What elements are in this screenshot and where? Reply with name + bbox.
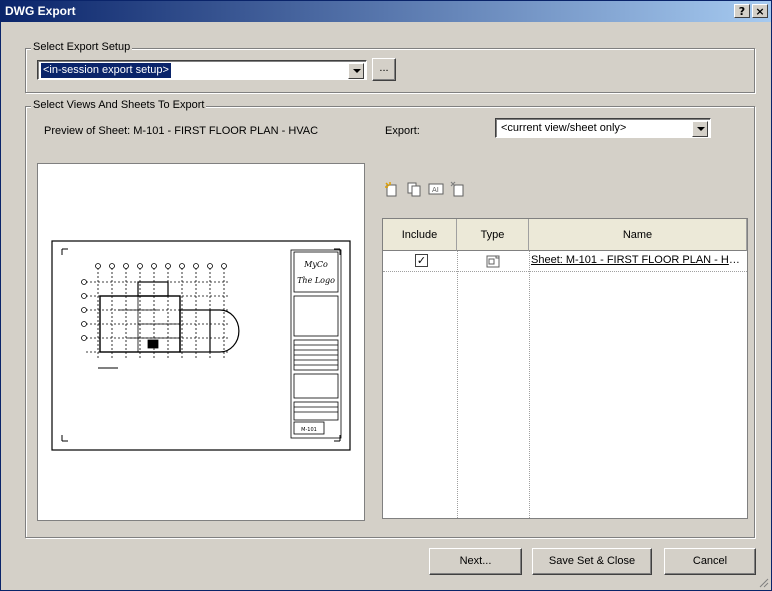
column-divider <box>457 251 458 518</box>
views-sheets-group-label: Select Views And Sheets To Export <box>31 99 207 111</box>
export-setup-dropdown[interactable]: <in-session export setup> <box>37 60 367 80</box>
table-row[interactable]: ✓ Sheet: M-101 - FIRST FLOOR PLAN - HVAC <box>383 251 747 272</box>
dwg-export-dialog: DWG Export ? × Select Export Setup <in-s… <box>0 0 772 591</box>
svg-text:AI: AI <box>432 186 439 194</box>
titleblock-sheet-number: M-101 <box>301 427 317 433</box>
title-bar: DWG Export ? × <box>1 1 771 22</box>
include-checkbox[interactable]: ✓ <box>415 254 428 267</box>
new-set-icon[interactable] <box>384 181 400 197</box>
sheet-icon <box>486 255 500 268</box>
preview-label: Preview of Sheet: M-101 - FIRST FLOOR PL… <box>44 125 319 137</box>
chevron-down-icon[interactable] <box>348 63 364 79</box>
cancel-button[interactable]: Cancel <box>664 548 756 575</box>
export-label: Export: <box>385 125 420 137</box>
titleblock-logo-line1: MyCo <box>303 260 328 269</box>
column-header-include[interactable]: Include <box>383 219 457 251</box>
export-range-value: <current view/sheet only> <box>501 122 627 134</box>
save-set-close-button[interactable]: Save Set & Close <box>532 548 652 575</box>
rename-set-icon[interactable]: AI <box>428 181 444 197</box>
column-header-type[interactable]: Type <box>457 219 529 251</box>
column-divider <box>529 251 530 518</box>
help-button[interactable]: ? <box>734 4 750 18</box>
export-setup-value: <in-session export setup> <box>41 63 171 78</box>
chevron-down-icon[interactable] <box>692 121 708 137</box>
export-setup-group-label: Select Export Setup <box>31 41 133 53</box>
duplicate-set-icon[interactable] <box>406 181 422 197</box>
close-button[interactable]: × <box>752 4 768 18</box>
column-header-name[interactable]: Name <box>529 219 747 251</box>
export-range-dropdown[interactable]: <current view/sheet only> <box>495 118 711 138</box>
browse-setup-button[interactable]: ... <box>372 58 396 81</box>
resize-grip-icon[interactable] <box>757 576 769 588</box>
sheets-table: Include Type Name ✓ Sheet: M-101 - FIRST… <box>382 218 748 519</box>
sheet-preview: MyCo The Logo M-101 <box>37 163 365 521</box>
next-button[interactable]: Next... <box>429 548 522 575</box>
window-title: DWG Export <box>5 4 76 18</box>
titleblock-logo-line2: The Logo <box>297 276 335 285</box>
sheet-name-link[interactable]: Sheet: M-101 - FIRST FLOOR PLAN - HVAC <box>531 254 745 266</box>
delete-set-icon[interactable] <box>450 181 466 197</box>
sheet-preview-drawing: MyCo The Logo M-101 <box>51 240 351 451</box>
